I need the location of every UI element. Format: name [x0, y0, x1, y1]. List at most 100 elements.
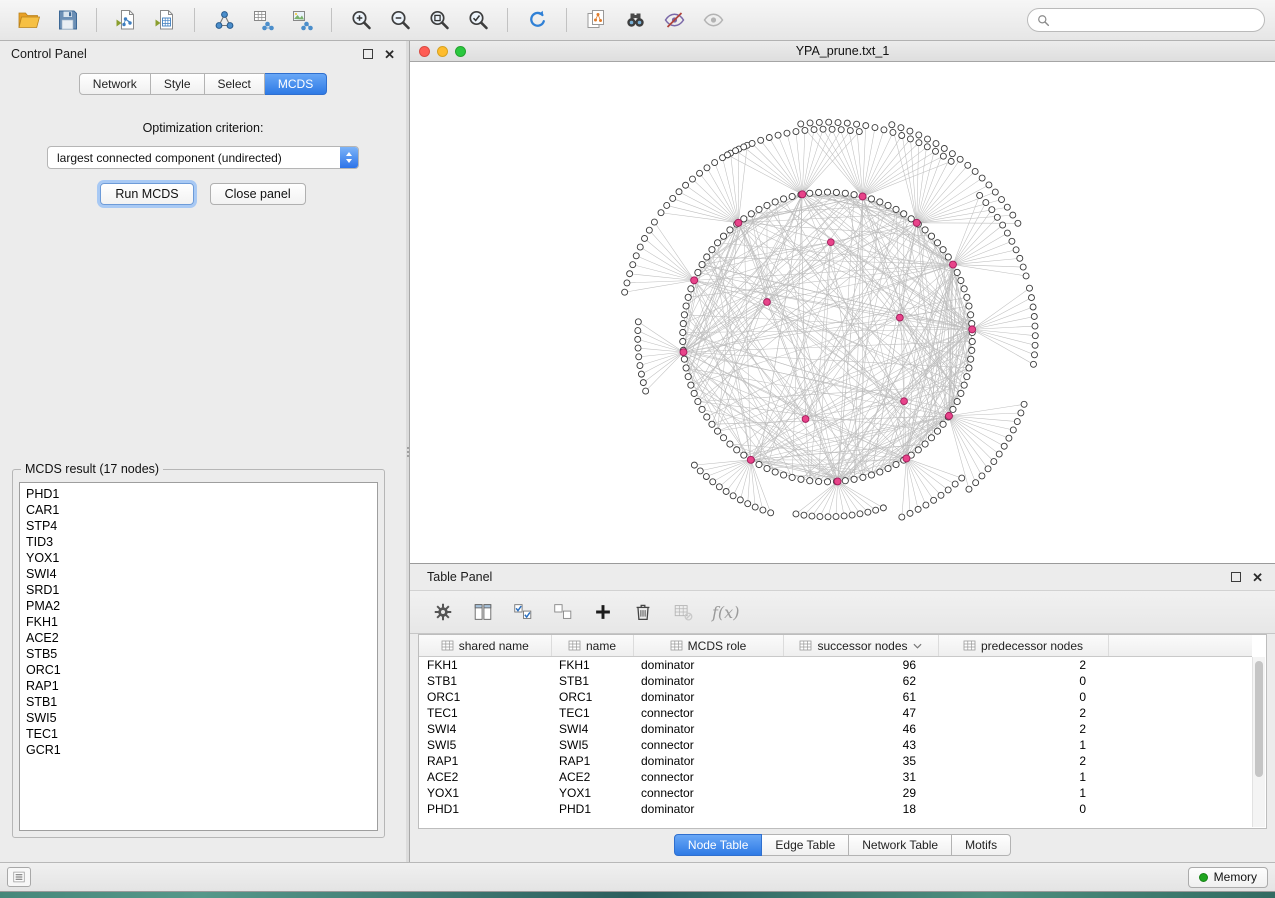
table-row[interactable]: YOX1YOX1connector291 — [419, 785, 1252, 801]
close-table-panel-icon[interactable]: ✕ — [1252, 571, 1263, 584]
table-tab-edge-table[interactable]: Edge Table — [762, 834, 849, 856]
binoculars-button[interactable] — [617, 5, 653, 35]
table-row[interactable]: SWI4SWI4dominator462 — [419, 721, 1252, 737]
mcds-result-item[interactable]: STP4 — [26, 518, 377, 534]
cell-predecessor_nodes: 1 — [938, 737, 1108, 753]
column-header-mcds_role[interactable]: MCDS role — [633, 635, 783, 657]
deselect-all-button[interactable] — [548, 597, 578, 627]
select-all-button[interactable] — [508, 597, 538, 627]
show-eye-button[interactable] — [695, 5, 731, 35]
new-network-button[interactable] — [206, 5, 242, 35]
cell-shared_name: SWI4 — [419, 721, 551, 737]
minimize-window-button[interactable] — [437, 46, 448, 57]
mcds-result-item[interactable]: FKH1 — [26, 614, 377, 630]
mcds-result-item[interactable]: RAP1 — [26, 678, 377, 694]
table-tab-network-table[interactable]: Network Table — [849, 834, 952, 856]
mcds-result-item[interactable]: TID3 — [26, 534, 377, 550]
import-table-button[interactable] — [147, 5, 183, 35]
column-header-successor_nodes[interactable]: successor nodes — [783, 635, 938, 657]
cell-predecessor_nodes: 2 — [938, 721, 1108, 737]
cell-filler — [1108, 721, 1252, 737]
column-header-shared_name[interactable]: shared name — [419, 635, 551, 657]
mcds-result-item[interactable]: PHD1 — [26, 486, 377, 502]
table-row[interactable]: ORC1ORC1dominator610 — [419, 689, 1252, 705]
cell-mcds_role: connector — [633, 705, 783, 721]
cell-filler — [1108, 657, 1252, 674]
run-mcds-button[interactable]: Run MCDS — [100, 183, 193, 205]
table-tab-motifs[interactable]: Motifs — [952, 834, 1011, 856]
table-row[interactable]: ACE2ACE2connector311 — [419, 769, 1252, 785]
tab-mcds[interactable]: MCDS — [265, 73, 327, 95]
close-panel-icon[interactable]: ✕ — [384, 48, 395, 61]
mcds-result-item[interactable]: ORC1 — [26, 662, 377, 678]
table-row[interactable]: SWI5SWI5connector431 — [419, 737, 1252, 753]
float-panel-icon[interactable] — [363, 49, 373, 59]
cell-filler — [1108, 705, 1252, 721]
mcds-result-item[interactable]: SWI5 — [26, 710, 377, 726]
mcds-result-item[interactable]: PMA2 — [26, 598, 377, 614]
mcds-result-item[interactable]: ACE2 — [26, 630, 377, 646]
trash-button[interactable] — [628, 597, 658, 627]
table-row[interactable]: STB1STB1dominator620 — [419, 673, 1252, 689]
binoculars-icon — [623, 8, 648, 32]
settings-gear-button[interactable] — [428, 597, 458, 627]
tab-select[interactable]: Select — [205, 73, 265, 95]
column-header-name[interactable]: name — [551, 635, 633, 657]
search-icon — [1037, 14, 1050, 27]
table-scrollbar[interactable] — [1252, 657, 1265, 827]
criterion-dropdown[interactable]: largest connected component (undirected) — [47, 146, 359, 169]
refresh-button[interactable] — [519, 5, 555, 35]
memory-status-icon — [1199, 873, 1208, 882]
table-tab-node-table[interactable]: Node Table — [674, 834, 763, 856]
zoom-out-button[interactable] — [382, 5, 418, 35]
open-folder-button[interactable] — [10, 5, 46, 35]
network-canvas[interactable] — [410, 62, 1275, 563]
delete-table-disabled-button[interactable] — [668, 597, 698, 627]
zoom-fit-button[interactable] — [421, 5, 457, 35]
float-table-panel-icon[interactable] — [1231, 572, 1241, 582]
add-button[interactable] — [588, 597, 618, 627]
close-panel-button[interactable]: Close panel — [210, 183, 306, 205]
tab-network[interactable]: Network — [79, 73, 151, 95]
search-input[interactable] — [1055, 12, 1255, 28]
function-builder-label[interactable]: f(x) — [712, 603, 739, 622]
network-titlebar[interactable]: YPA_prune.txt_1 — [410, 41, 1275, 62]
import-network-button[interactable] — [108, 5, 144, 35]
zoom-in-button[interactable] — [343, 5, 379, 35]
table-panel-title: Table Panel — [427, 570, 492, 584]
panel-toggle-button[interactable] — [7, 867, 31, 887]
network-table-button[interactable] — [245, 5, 281, 35]
table-row[interactable]: FKH1FKH1dominator962 — [419, 657, 1252, 674]
import-table-icon — [153, 8, 178, 32]
tab-style[interactable]: Style — [151, 73, 205, 95]
table-row[interactable]: RAP1RAP1dominator352 — [419, 753, 1252, 769]
cell-mcds_role: dominator — [633, 753, 783, 769]
network-image-button[interactable] — [284, 5, 320, 35]
table-row[interactable]: PHD1PHD1dominator180 — [419, 801, 1252, 817]
sort-icon — [799, 640, 812, 651]
column-chooser-button[interactable] — [468, 597, 498, 627]
column-header-predecessor_nodes[interactable]: predecessor nodes — [938, 635, 1108, 657]
table-row[interactable]: TEC1TEC1connector472 — [419, 705, 1252, 721]
network-graph[interactable] — [410, 62, 1275, 563]
cell-successor_nodes: 29 — [783, 785, 938, 801]
mcds-result-item[interactable]: GCR1 — [26, 742, 377, 758]
zoom-selected-button[interactable] — [460, 5, 496, 35]
mcds-result-item[interactable]: TEC1 — [26, 726, 377, 742]
close-window-button[interactable] — [419, 46, 430, 57]
mcds-result-item[interactable]: YOX1 — [26, 550, 377, 566]
copy-share-button[interactable] — [578, 5, 614, 35]
mcds-result-item[interactable]: SWI4 — [26, 566, 377, 582]
mcds-result-item[interactable]: CAR1 — [26, 502, 377, 518]
save-button[interactable] — [49, 5, 85, 35]
mcds-result-item[interactable]: SRD1 — [26, 582, 377, 598]
memory-label: Memory — [1214, 870, 1257, 884]
mcds-result-item[interactable]: STB1 — [26, 694, 377, 710]
memory-button[interactable]: Memory — [1188, 867, 1268, 888]
scrollbar-thumb[interactable] — [1255, 661, 1263, 777]
zoom-window-button[interactable] — [455, 46, 466, 57]
mcds-result-item[interactable]: STB5 — [26, 646, 377, 662]
open-folder-icon — [16, 8, 41, 32]
mcds-result-list[interactable]: PHD1CAR1STP4TID3YOX1SWI4SRD1PMA2FKH1ACE2… — [19, 482, 378, 831]
hide-eye-button[interactable] — [656, 5, 692, 35]
